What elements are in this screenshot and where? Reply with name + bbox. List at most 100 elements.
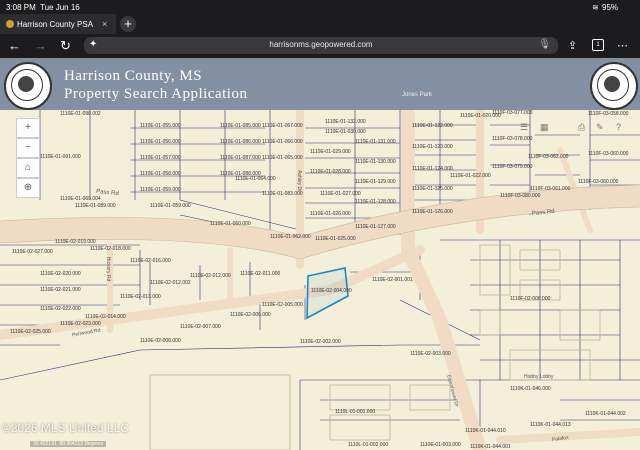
measure-icon[interactable]: ✎ bbox=[596, 122, 604, 133]
svg-text:1110F-03-060.000: 1110F-03-060.000 bbox=[588, 151, 629, 157]
svg-text:1110F-03-078.000: 1110F-03-078.000 bbox=[492, 136, 533, 142]
svg-text:1110E-01-123.000: 1110E-01-123.000 bbox=[412, 144, 453, 150]
microphone-icon[interactable]: 🎙 bbox=[538, 39, 551, 50]
share-icon[interactable]: ⇪ bbox=[568, 38, 577, 54]
svg-text:1110E-01-085.000: 1110E-01-085.000 bbox=[220, 123, 261, 129]
address-bar[interactable]: ✦ harrisonms.geopowered.com 🎙 bbox=[84, 37, 558, 54]
basemap-icon[interactable]: ▦ bbox=[540, 122, 549, 133]
svg-text:1110E-01-127.000: 1110E-01-127.000 bbox=[355, 224, 396, 230]
svg-text:1110F-03-077.000: 1110F-03-077.000 bbox=[492, 110, 533, 116]
svg-text:1110F-02-006.000: 1110F-02-006.000 bbox=[510, 296, 551, 302]
svg-text:1110E-01-056.000: 1110E-01-056.000 bbox=[140, 139, 181, 145]
svg-text:1110E-01-064.000: 1110E-01-064.000 bbox=[235, 176, 276, 182]
svg-text:1110E-01-028.000: 1110E-01-028.000 bbox=[310, 169, 351, 175]
svg-text:1110K-01-044.001: 1110K-01-044.001 bbox=[470, 444, 511, 450]
place-label-jones-park: Jones Park bbox=[402, 92, 433, 98]
svg-text:1110E-02-025.000: 1110E-02-025.000 bbox=[10, 329, 51, 335]
svg-text:1110E-01-124.000: 1110E-01-124.000 bbox=[412, 166, 453, 172]
browser-tab[interactable]: Harrison County PSA × bbox=[0, 14, 116, 34]
close-tab-icon[interactable]: × bbox=[102, 19, 107, 29]
svg-text:1110E-01-091.000: 1110E-01-091.000 bbox=[40, 154, 81, 160]
svg-text:1110E-01-089.000: 1110E-01-089.000 bbox=[75, 203, 116, 209]
svg-text:1110K-01-044.013: 1110K-01-044.013 bbox=[530, 422, 571, 428]
svg-text:1110F-03-080.000: 1110F-03-080.000 bbox=[500, 193, 541, 199]
layers-icon[interactable]: ☰ bbox=[520, 122, 528, 133]
svg-text:1110E-02-012.000: 1110E-02-012.000 bbox=[190, 273, 231, 279]
svg-text:1110E-01-065.000: 1110E-01-065.000 bbox=[262, 155, 303, 161]
svg-text:1110E-01-059.000: 1110E-01-059.000 bbox=[140, 187, 181, 193]
svg-text:1110E-01-062.000: 1110E-01-062.000 bbox=[270, 234, 311, 240]
svg-text:1110E-02-012.002: 1110E-02-012.002 bbox=[150, 280, 191, 286]
svg-text:1110E-01-022.000: 1110E-01-022.000 bbox=[450, 173, 491, 179]
svg-text:1110E-02-001.001: 1110E-02-001.001 bbox=[372, 277, 413, 283]
coordinate-readout: 30.402131, 88.964213 Degrees bbox=[30, 441, 107, 447]
help-icon[interactable]: ? bbox=[616, 122, 621, 132]
svg-text:1110E-01-132.000: 1110E-01-132.000 bbox=[325, 119, 366, 125]
svg-text:1110E-01-030.000: 1110E-01-030.000 bbox=[325, 129, 366, 135]
battery-level: 95% bbox=[602, 3, 619, 12]
svg-text:1110E-02-014.000: 1110E-02-014.000 bbox=[85, 314, 126, 320]
svg-text:1110E-02-021.000: 1110E-02-021.000 bbox=[40, 287, 81, 293]
svg-text:1110E-02-006.000: 1110E-02-006.000 bbox=[230, 312, 271, 318]
svg-text:1110E-02-013.000: 1110E-02-013.000 bbox=[120, 294, 161, 300]
svg-text:1110F-03-058.000: 1110F-03-058.000 bbox=[588, 111, 629, 117]
mls-watermark: ©2026 MLS United LLC bbox=[2, 421, 129, 435]
tab-title: Harrison County PSA bbox=[17, 20, 94, 29]
svg-text:1110E-02-020.000: 1110E-02-020.000 bbox=[40, 271, 81, 277]
more-icon[interactable]: ⋯ bbox=[617, 38, 628, 54]
map-canvas[interactable]: 1110E-01-098.002 1110E-01-055.000 1110E-… bbox=[0, 58, 640, 450]
svg-text:1110F-03-062.000: 1110F-03-062.000 bbox=[528, 154, 569, 160]
home-extent-icon[interactable]: ⌂ bbox=[16, 158, 40, 178]
app-title: Harrison County, MS bbox=[64, 68, 203, 84]
svg-text:1110E-01-122.000: 1110E-01-122.000 bbox=[412, 123, 453, 129]
svg-text:1110E-01-098.002: 1110E-01-098.002 bbox=[60, 111, 101, 117]
svg-text:1110E-01-130.000: 1110E-01-130.000 bbox=[355, 159, 396, 165]
svg-text:1110E-02-018.000: 1110E-02-018.000 bbox=[90, 246, 131, 252]
site-favicon-icon bbox=[6, 20, 14, 28]
county-seal-logo bbox=[4, 62, 52, 110]
svg-text:1110E-02-027.000: 1110E-02-027.000 bbox=[12, 249, 53, 255]
status-date: Tue Jun 16 bbox=[40, 3, 80, 12]
zoom-out-button[interactable]: − bbox=[16, 138, 40, 158]
svg-text:1110K-01-044.002: 1110K-01-044.002 bbox=[585, 411, 626, 417]
wifi-icon: ≋ bbox=[592, 3, 599, 12]
svg-text:1110E-01-055.000: 1110E-01-055.000 bbox=[140, 123, 181, 129]
svg-text:1110L-01-002.000: 1110L-01-002.000 bbox=[348, 442, 388, 448]
svg-text:1110E-01-131.000: 1110E-01-131.000 bbox=[355, 139, 396, 145]
svg-text:1110E-02-023.000: 1110E-02-023.000 bbox=[60, 321, 101, 327]
svg-text:1110F-03-079.000: 1110F-03-079.000 bbox=[492, 164, 533, 170]
svg-text:1110E-01-126.000: 1110E-01-126.000 bbox=[412, 209, 453, 215]
svg-text:1110E-01-003.000: 1110E-01-003.000 bbox=[420, 442, 461, 448]
svg-text:1110E-02-005.000: 1110E-02-005.000 bbox=[262, 302, 303, 308]
svg-text:1110K-01-044.010: 1110K-01-044.010 bbox=[465, 428, 506, 434]
road-label-hickory: Hickory Rd bbox=[105, 256, 112, 282]
status-time: 3:08 PM bbox=[6, 3, 36, 12]
svg-text:1110F-03-061.000: 1110F-03-061.000 bbox=[530, 186, 571, 192]
app-header: Harrison County, MS Property Search Appl… bbox=[0, 58, 640, 110]
svg-text:1110E-01-069.004: 1110E-01-069.004 bbox=[60, 196, 101, 202]
svg-text:1110E-02-011.000: 1110E-02-011.000 bbox=[240, 271, 281, 277]
back-button[interactable]: ← bbox=[8, 38, 21, 54]
road-label-ashley: Ashley Dr bbox=[295, 170, 302, 192]
place-label-hobby-lobby: Hobby Lobby bbox=[524, 374, 554, 380]
status-bar: 3:08 PM Tue Jun 16 ≋ 95% bbox=[0, 0, 640, 14]
new-tab-button[interactable]: + bbox=[120, 16, 136, 32]
county-seal-logo-right bbox=[590, 62, 638, 110]
svg-text:1110E-01-067.000: 1110E-01-067.000 bbox=[262, 123, 303, 129]
svg-text:1110E-01-058.000: 1110E-01-058.000 bbox=[140, 171, 181, 177]
tab-count[interactable]: 1 bbox=[592, 39, 604, 51]
reload-button[interactable]: ↻ bbox=[60, 38, 71, 54]
svg-text:1110E-02-022.000: 1110E-02-022.000 bbox=[40, 306, 81, 312]
svg-text:1110E-01-029.000: 1110E-01-029.000 bbox=[310, 149, 351, 155]
svg-text:1110E-01-059.000: 1110E-01-059.000 bbox=[150, 203, 191, 209]
selected-parcel-label[interactable]: 1110E-02-004.000 bbox=[311, 288, 352, 294]
locate-icon[interactable]: ⊕ bbox=[16, 178, 40, 198]
svg-text:1110E-01-026.000: 1110E-01-026.000 bbox=[310, 211, 351, 217]
forward-button[interactable]: → bbox=[34, 38, 47, 54]
svg-text:1110E-01-057.000: 1110E-01-057.000 bbox=[140, 155, 181, 161]
svg-text:1110E-01-128.000: 1110E-01-128.000 bbox=[355, 199, 396, 205]
zoom-in-button[interactable]: + bbox=[16, 118, 40, 138]
svg-text:1110L-01-001.000: 1110L-01-001.000 bbox=[335, 409, 375, 415]
print-icon[interactable]: ⎙ bbox=[578, 122, 585, 133]
svg-text:1110E-02-019.000: 1110E-02-019.000 bbox=[55, 239, 96, 245]
